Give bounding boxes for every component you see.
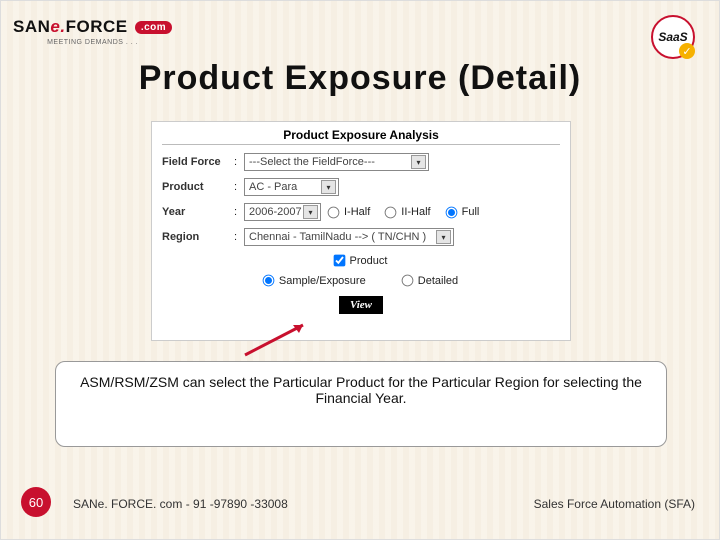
panel-heading: Product Exposure Analysis [162, 128, 560, 142]
radio-ii-half[interactable]: II-Half [384, 206, 430, 219]
saas-badge-text: SaaS [658, 30, 687, 44]
chevron-down-icon[interactable]: ▾ [321, 180, 336, 194]
brand-san: SAN [13, 17, 50, 36]
label-region: Region [162, 231, 234, 243]
radio-sample-exposure[interactable]: Sample/Exposure [262, 274, 366, 287]
footer-left: SANe. FORCE. com - 91 -97890 -33008 [73, 497, 288, 511]
brand-e: e. [50, 17, 65, 36]
radio-detailed[interactable]: Detailed [401, 274, 458, 287]
brand-dotcom: .com [135, 21, 172, 34]
year-select[interactable]: 2006-2007 ▾ [244, 203, 321, 221]
slide-number: 60 [21, 487, 51, 517]
product-select[interactable]: AC - Para ▾ [244, 178, 339, 196]
radio-full[interactable]: Full [445, 206, 480, 219]
footer-right: Sales Force Automation (SFA) [534, 497, 695, 511]
check-icon: ✓ [679, 43, 695, 59]
label-year: Year [162, 206, 234, 218]
radio-i-half[interactable]: I-Half [327, 206, 370, 219]
radio-i-half-input[interactable] [328, 206, 340, 218]
divider [162, 144, 560, 145]
field-force-select[interactable]: ---Select the FieldForce--- ▾ [244, 153, 429, 171]
region-value: Chennai - TamilNadu --> ( TN/CHN ) [249, 231, 426, 243]
radio-full-input[interactable] [445, 206, 457, 218]
brand-force: FORCE [66, 17, 128, 36]
radio-ii-half-input[interactable] [385, 206, 397, 218]
field-force-value: ---Select the FieldForce--- [249, 156, 375, 168]
caption-box: ASM/RSM/ZSM can select the Particular Pr… [55, 361, 667, 447]
radio-sample-exposure-input[interactable] [263, 275, 275, 287]
label-product: Product [162, 181, 234, 193]
product-value: AC - Para [249, 181, 297, 193]
region-select[interactable]: Chennai - TamilNadu --> ( TN/CHN ) ▾ [244, 228, 454, 246]
chevron-down-icon[interactable]: ▾ [436, 230, 451, 244]
chevron-down-icon[interactable]: ▾ [303, 205, 318, 219]
page-title: Product Exposure (Detail) [1, 59, 719, 98]
radio-detailed-input[interactable] [401, 275, 413, 287]
caption-text: ASM/RSM/ZSM can select the Particular Pr… [80, 374, 642, 406]
year-value: 2006-2007 [249, 206, 302, 218]
analysis-panel: Product Exposure Analysis Field Force : … [151, 121, 571, 341]
view-button[interactable]: View [339, 296, 383, 314]
radio-ii-half-label: II-Half [401, 206, 430, 218]
radio-sample-exposure-label: Sample/Exposure [279, 275, 366, 287]
checkbox-product-label: Product [350, 255, 388, 267]
radio-detailed-label: Detailed [418, 275, 458, 287]
radio-i-half-label: I-Half [344, 206, 370, 218]
chevron-down-icon[interactable]: ▾ [411, 155, 426, 169]
radio-full-label: Full [462, 206, 480, 218]
checkbox-product-input[interactable] [333, 255, 345, 267]
saas-badge: SaaS ✓ [651, 15, 695, 59]
checkbox-product[interactable]: Product [333, 254, 388, 267]
brand-logo: SANe.FORCE .com MEETING DEMANDS . . . [13, 17, 172, 46]
brand-tagline: MEETING DEMANDS . . . [47, 39, 138, 46]
label-field-force: Field Force [162, 156, 234, 168]
